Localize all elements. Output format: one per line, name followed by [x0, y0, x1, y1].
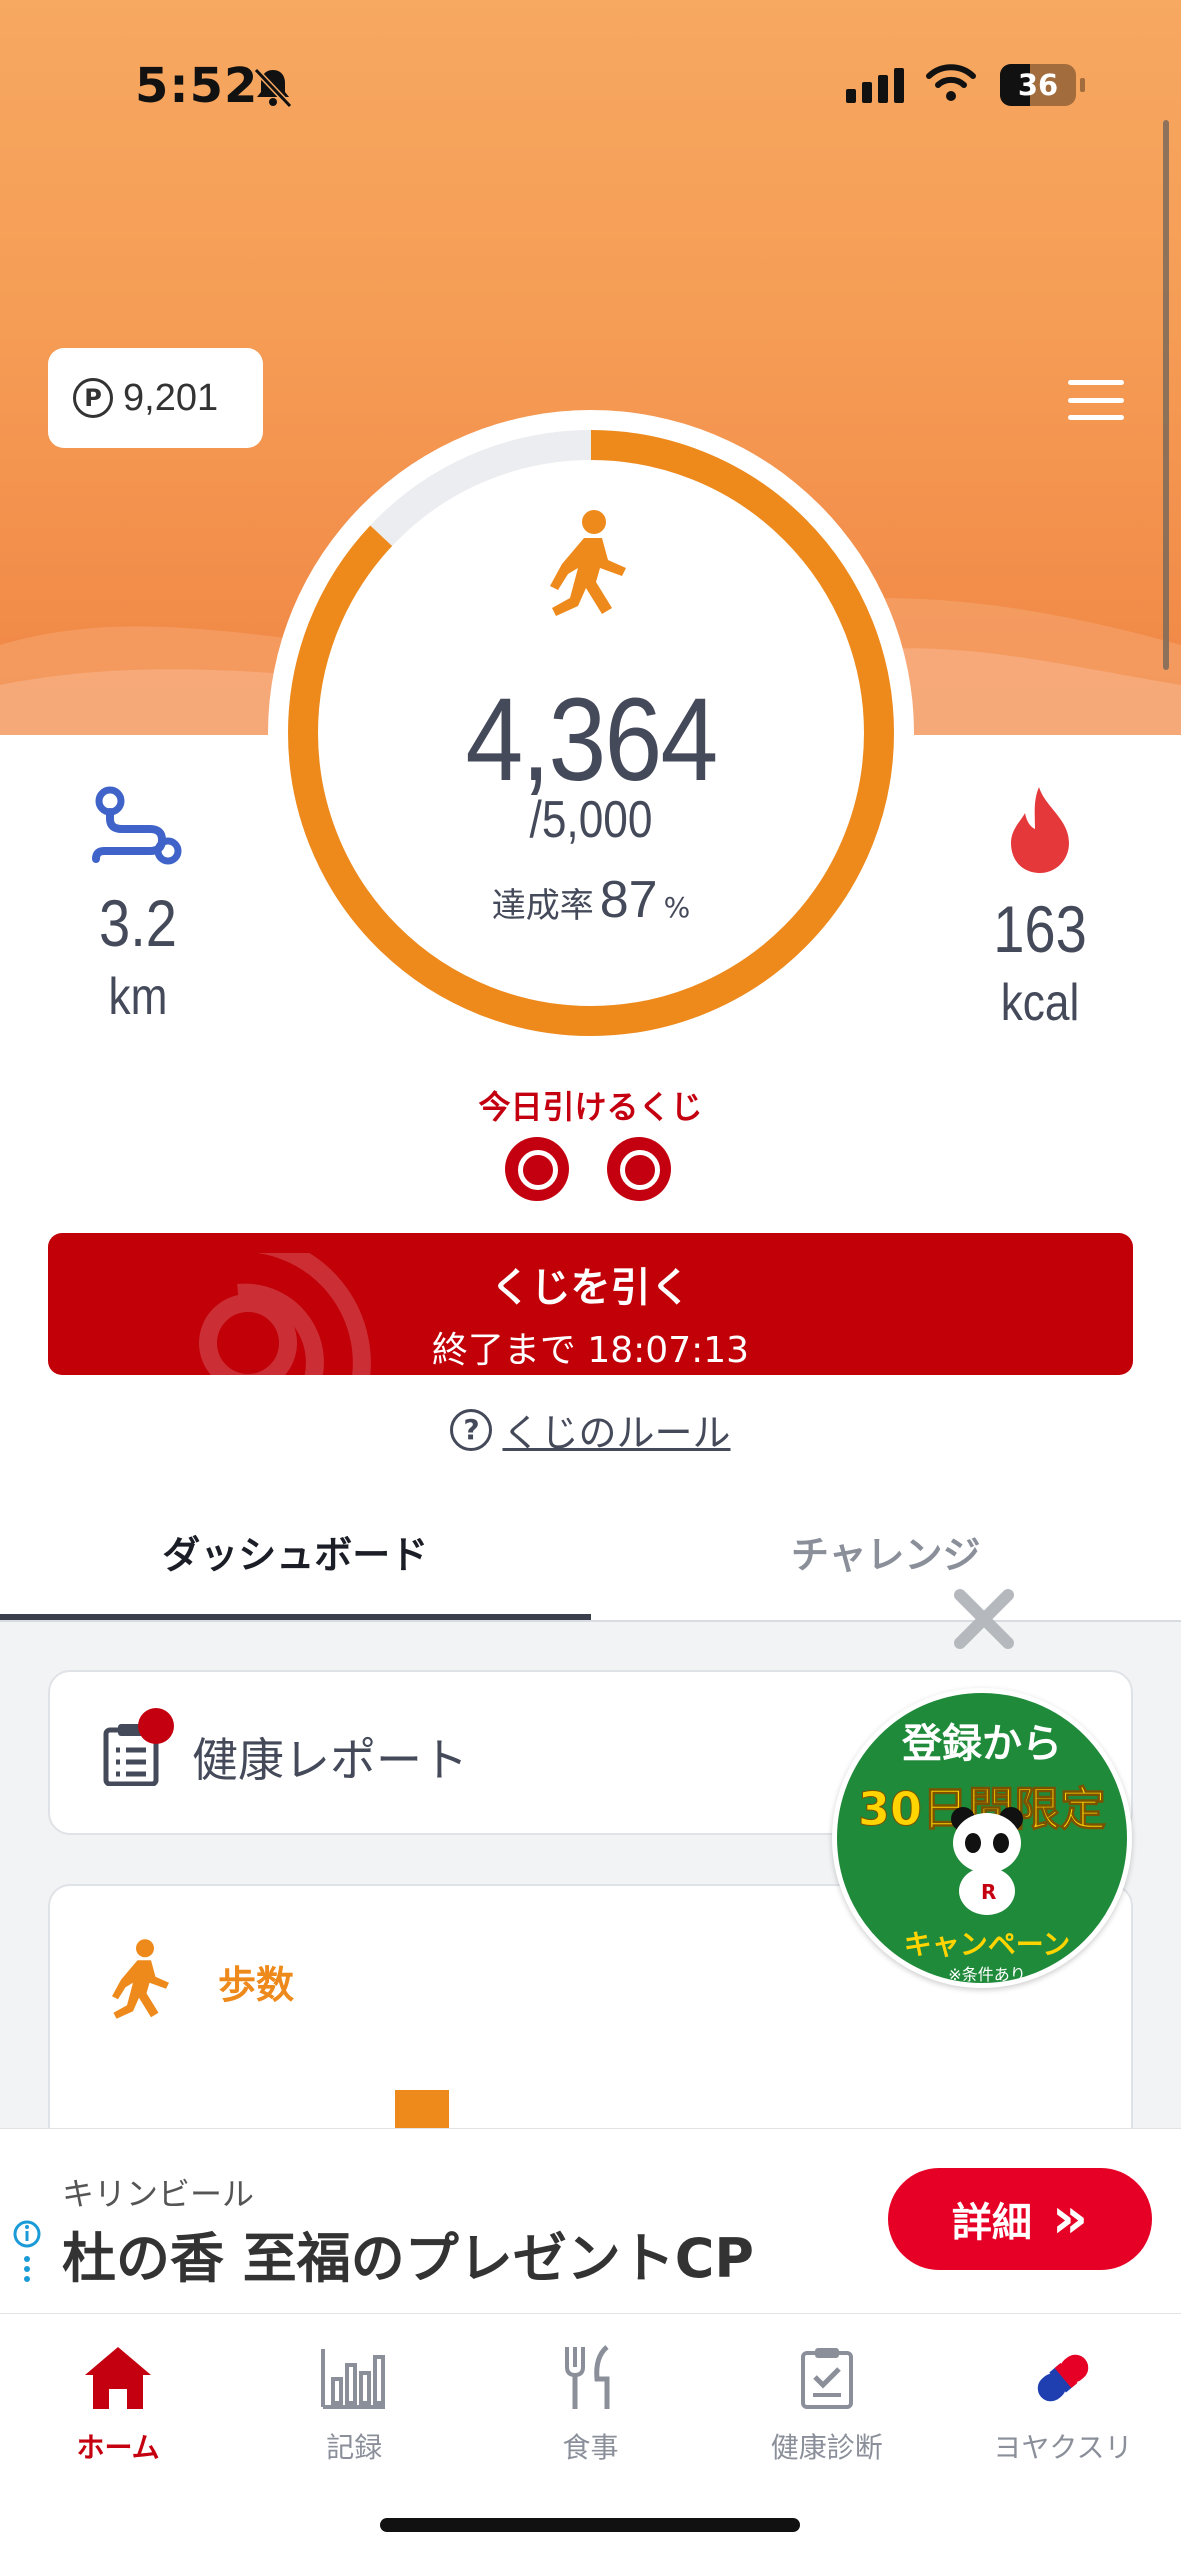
- tab-dashboard[interactable]: ダッシュボード: [0, 1500, 591, 1620]
- steps-count: 4,364: [465, 674, 718, 806]
- chart-icon: [321, 2349, 386, 2409]
- steps-goal: /5,000: [529, 791, 653, 849]
- lottery-ticket-icon: [607, 1137, 671, 1201]
- nav-records-label: 記録: [326, 2431, 383, 2464]
- walking-icon: [112, 1939, 169, 2019]
- battery-icon: 36: [1000, 64, 1076, 106]
- nav-yoyakusuri-label: ヨヤクスリ: [993, 2431, 1133, 2464]
- question-icon: ?: [450, 1408, 493, 1451]
- campaign-badge[interactable]: 登録から 30日間限定 R キャンペーン ※条件あり: [832, 1688, 1132, 1988]
- menu-icon[interactable]: [1068, 380, 1124, 420]
- battery-level: 36: [1017, 68, 1059, 102]
- nav-home-label: ホーム: [76, 2431, 160, 2464]
- distance-unit: km: [108, 968, 168, 1026]
- nav-checkup-label: 健康診断: [770, 2431, 883, 2464]
- draw-lottery-label: くじを引く: [490, 1265, 691, 1311]
- draw-lottery-button[interactable]: くじを引く 終了まで 18:07:13: [48, 1233, 1133, 1375]
- campaign-line3: キャンペーン: [903, 1928, 1071, 1961]
- lottery-title: 今日引けるくじ: [478, 1088, 703, 1126]
- lottery-countdown: 終了まで 18:07:13: [431, 1330, 750, 1371]
- rules-link-label: くじのルール: [502, 1411, 731, 1455]
- steps-card-title: 歩数: [218, 1963, 295, 2007]
- rate-label: 達成率: [491, 886, 594, 926]
- lottery-rules-link[interactable]: ? くじのルール: [0, 1402, 1181, 1457]
- route-icon: [92, 786, 182, 865]
- calories-stat[interactable]: 163 kcal: [940, 785, 1140, 1033]
- bell-off-icon: [253, 67, 293, 109]
- walking-icon: [550, 510, 626, 616]
- calories-value: 163: [993, 892, 1087, 966]
- home-indicator: [380, 2518, 800, 2532]
- signal-icon: [846, 68, 904, 103]
- campaign-note: ※条件あり: [948, 1965, 1026, 1984]
- ad-info-icon[interactable]: [10, 2219, 44, 2289]
- ad-brand: キリンビール: [62, 2175, 255, 2213]
- distance-value: 3.2: [99, 886, 177, 960]
- health-report-label: 健康レポート: [192, 1733, 468, 1787]
- ad-details-button[interactable]: 詳細 »: [888, 2168, 1152, 2270]
- notification-dot: [138, 1708, 174, 1744]
- battery-cap: [1080, 78, 1085, 92]
- double-chevron-icon: »: [1051, 2186, 1089, 2251]
- points-icon: P: [73, 378, 113, 418]
- rate-value: 87: [599, 871, 658, 929]
- home-icon: [85, 2347, 152, 2409]
- checkup-icon: [800, 2348, 853, 2409]
- achievement-rate: 達成率 87%: [268, 870, 914, 930]
- nav-yoyakusuri[interactable]: ヨヤクスリ: [945, 2314, 1181, 2560]
- ad-headline: 杜の香 至福のプレゼントCP: [62, 2227, 755, 2290]
- calories-unit: kcal: [1000, 974, 1080, 1032]
- rate-unit: %: [663, 891, 691, 924]
- status-time: 5:52: [135, 58, 259, 114]
- points-balance[interactable]: P 9,201: [48, 348, 263, 448]
- nav-home[interactable]: ホーム: [0, 2314, 236, 2560]
- meal-icon: [564, 2345, 609, 2409]
- pill-icon: [1037, 2354, 1089, 2402]
- lottery-ticket-icon: [505, 1137, 569, 1201]
- tab-challenge[interactable]: チャレンジ: [591, 1500, 1181, 1620]
- panda-mascot-icon: R: [951, 1807, 1023, 1915]
- svg-text:R: R: [981, 1880, 996, 1904]
- lottery-tickets: [505, 1137, 671, 1201]
- distance-stat[interactable]: 3.2 km: [38, 785, 238, 1027]
- ad-details-label: 詳細: [951, 2200, 1032, 2246]
- flame-icon: [1011, 787, 1069, 873]
- close-icon[interactable]: [950, 1585, 1018, 1653]
- nav-meals-label: 食事: [562, 2431, 619, 2464]
- wifi-icon: [926, 64, 976, 101]
- points-value: 9,201: [123, 376, 219, 419]
- scroll-indicator: [1163, 120, 1169, 670]
